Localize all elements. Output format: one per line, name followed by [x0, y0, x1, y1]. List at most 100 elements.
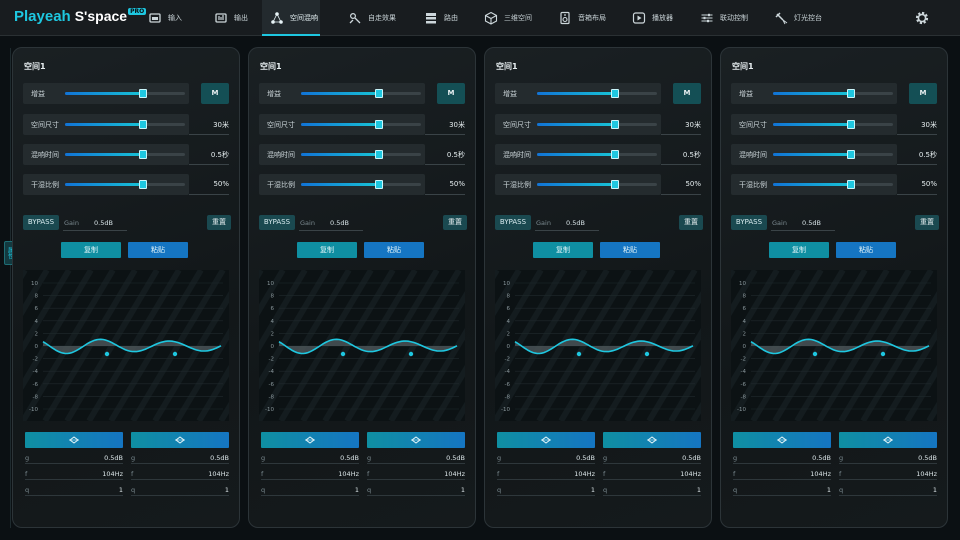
param-slider[interactable] [65, 89, 185, 98]
gain-value[interactable]: 0.5dB [94, 219, 113, 227]
copy-button[interactable]: 复制 [61, 242, 121, 258]
eq-band-button[interactable] [839, 432, 937, 448]
slider-thumb[interactable] [139, 120, 147, 129]
param-slider[interactable] [537, 150, 657, 159]
band-param-g[interactable]: g 0.5dB [497, 451, 595, 464]
gear-icon[interactable] [914, 10, 930, 26]
band-param-g[interactable]: g 0.5dB [733, 451, 831, 464]
band-param-f[interactable]: f 104Hz [25, 467, 123, 480]
eq-graph[interactable]: 10 8 6 4 2 0 -2 -4 -6 -8 -10 [495, 270, 701, 421]
band-param-g[interactable]: g 0.5dB [131, 451, 229, 464]
eq-band-node[interactable] [104, 351, 110, 357]
band-param-value[interactable]: 104Hz [444, 470, 465, 478]
band-param-value[interactable]: 0.5dB [682, 454, 701, 462]
band-param-f[interactable]: f 104Hz [839, 467, 937, 480]
mute-button[interactable]: M [909, 83, 937, 104]
param-value[interactable]: 50% [189, 174, 229, 195]
eq-band-node[interactable] [812, 351, 818, 357]
band-param-value[interactable]: 1 [225, 486, 229, 494]
param-value[interactable]: 30米 [661, 114, 701, 135]
param-value[interactable]: 50% [897, 174, 937, 195]
slider-thumb[interactable] [139, 89, 147, 98]
band-param-q[interactable]: q1 [131, 483, 229, 496]
paste-button[interactable]: 粘贴 [836, 242, 896, 258]
param-slider[interactable] [773, 89, 893, 98]
gain-value[interactable]: 0.5dB [566, 219, 585, 227]
band-param-value[interactable]: 1 [355, 486, 359, 494]
slider-thumb[interactable] [847, 120, 855, 129]
eq-band-button[interactable] [497, 432, 595, 448]
param-slider[interactable] [65, 150, 185, 159]
slider-thumb[interactable] [611, 150, 619, 159]
band-param-value[interactable]: 104Hz [102, 470, 123, 478]
param-slider[interactable] [65, 120, 185, 129]
nav-item-2[interactable]: 空间混响 [262, 0, 320, 36]
bypass-button[interactable]: BYPASS [23, 215, 59, 230]
param-value[interactable]: 50% [425, 174, 465, 195]
slider-thumb[interactable] [847, 150, 855, 159]
nav-item-6[interactable]: 音箱布局 [550, 0, 610, 36]
band-param-value[interactable]: 104Hz [208, 470, 229, 478]
band-param-f[interactable]: f 104Hz [497, 467, 595, 480]
band-param-value[interactable]: 1 [591, 486, 595, 494]
band-param-f[interactable]: f 104Hz [367, 467, 465, 480]
eq-band-button[interactable] [603, 432, 701, 448]
slider-thumb[interactable] [611, 120, 619, 129]
paste-button[interactable]: 粘贴 [128, 242, 188, 258]
band-param-q[interactable]: q1 [603, 483, 701, 496]
slider-thumb[interactable] [611, 180, 619, 189]
band-param-value[interactable]: 0.5dB [340, 454, 359, 462]
param-value[interactable]: 30米 [189, 114, 229, 135]
eq-graph[interactable]: 10 8 6 4 2 0 -2 -4 -6 -8 -10 [23, 270, 229, 421]
band-param-value[interactable]: 0.5dB [210, 454, 229, 462]
eq-band-button[interactable] [367, 432, 465, 448]
param-slider[interactable] [301, 120, 421, 129]
eq-band-node[interactable] [880, 351, 886, 357]
param-slider[interactable] [773, 120, 893, 129]
eq-band-button[interactable] [131, 432, 229, 448]
band-param-g[interactable]: g 0.5dB [261, 451, 359, 464]
mute-button[interactable]: M [437, 83, 465, 104]
band-param-value[interactable]: 104Hz [338, 470, 359, 478]
band-param-value[interactable]: 1 [827, 486, 831, 494]
gain-value[interactable]: 0.5dB [330, 219, 349, 227]
bypass-button[interactable]: BYPASS [495, 215, 531, 230]
band-param-value[interactable]: 1 [119, 486, 123, 494]
band-param-value[interactable]: 0.5dB [812, 454, 831, 462]
reset-button[interactable]: 重置 [679, 215, 703, 230]
param-value[interactable]: 0.5秒 [661, 144, 701, 165]
band-param-value[interactable]: 0.5dB [576, 454, 595, 462]
param-value[interactable]: 50% [661, 174, 701, 195]
reset-button[interactable]: 重置 [915, 215, 939, 230]
mute-button[interactable]: M [673, 83, 701, 104]
slider-thumb[interactable] [847, 89, 855, 98]
band-param-value[interactable]: 0.5dB [104, 454, 123, 462]
band-param-value[interactable]: 1 [697, 486, 701, 494]
copy-button[interactable]: 复制 [769, 242, 829, 258]
nav-item-9[interactable]: 灯光控台 [766, 0, 826, 36]
param-slider[interactable] [537, 180, 657, 189]
param-value[interactable]: 30米 [425, 114, 465, 135]
slider-thumb[interactable] [139, 180, 147, 189]
band-param-g[interactable]: g 0.5dB [367, 451, 465, 464]
bypass-button[interactable]: BYPASS [731, 215, 767, 230]
paste-button[interactable]: 粘贴 [364, 242, 424, 258]
nav-item-1[interactable]: 输出 [206, 0, 256, 36]
band-param-value[interactable]: 1 [933, 486, 937, 494]
band-param-value[interactable]: 0.5dB [446, 454, 465, 462]
eq-band-node[interactable] [172, 351, 178, 357]
slider-thumb[interactable] [375, 89, 383, 98]
nav-item-7[interactable]: 播放器 [624, 0, 676, 36]
band-param-value[interactable]: 104Hz [916, 470, 937, 478]
param-value[interactable]: 30米 [897, 114, 937, 135]
param-slider[interactable] [301, 89, 421, 98]
band-param-q[interactable]: q1 [497, 483, 595, 496]
eq-band-node[interactable] [340, 351, 346, 357]
eq-graph[interactable]: 10 8 6 4 2 0 -2 -4 -6 -8 -10 [259, 270, 465, 421]
param-slider[interactable] [301, 180, 421, 189]
copy-button[interactable]: 复制 [533, 242, 593, 258]
param-slider[interactable] [65, 180, 185, 189]
band-param-q[interactable]: q1 [261, 483, 359, 496]
reset-button[interactable]: 重置 [443, 215, 467, 230]
eq-band-node[interactable] [644, 351, 650, 357]
